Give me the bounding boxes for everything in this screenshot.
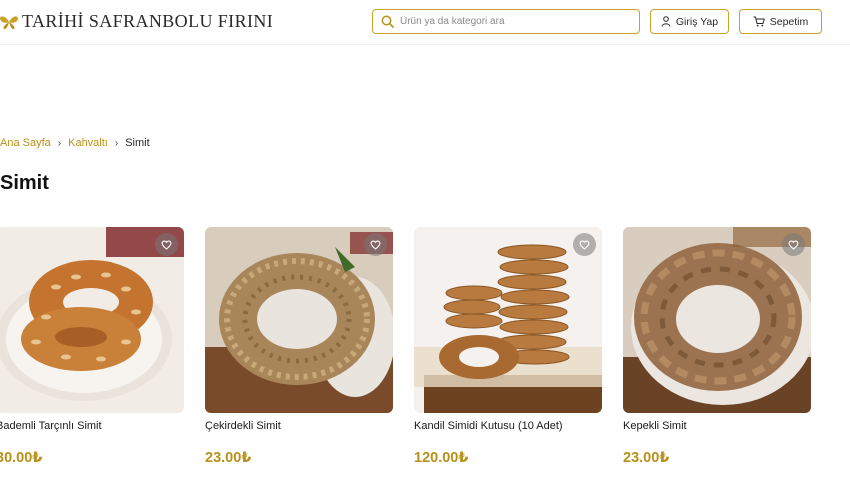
- butterfly-logo-icon: [0, 15, 18, 29]
- product-image-sunflower-seed-simit[interactable]: [205, 227, 393, 413]
- logo-text: TARİHİ SAFRANBOLU FIRINI: [22, 11, 274, 31]
- search-input[interactable]: [400, 16, 620, 27]
- product-price: 23.00₺: [205, 450, 252, 466]
- product-name[interactable]: Kandil Simidi Kutusu (10 Adet): [414, 420, 563, 432]
- product-photo: [0, 227, 184, 413]
- favorite-button[interactable]: [155, 233, 178, 256]
- login-label: Giriş Yap: [675, 15, 719, 28]
- site-header: TARİHİ SAFRANBOLU FIRINI Giriş Yap Sepet…: [0, 0, 850, 45]
- product-image-almond-cinnamon-simit[interactable]: [0, 227, 184, 413]
- breadcrumb-home[interactable]: Ana Sayfa: [0, 137, 51, 149]
- product-card[interactable]: Bademli Tarçınlı Simit 30.00₺: [0, 227, 184, 466]
- cart-label: Sepetim: [769, 15, 809, 28]
- product-photo: [414, 227, 602, 413]
- heart-icon: [579, 240, 590, 250]
- login-button[interactable]: Giriş Yap: [650, 9, 729, 34]
- cart-button[interactable]: Sepetim: [739, 9, 822, 34]
- search-icon: [381, 15, 394, 28]
- product-price: 120.00₺: [414, 450, 469, 466]
- product-name[interactable]: Bademli Tarçınlı Simit: [0, 420, 102, 432]
- product-photo: [623, 227, 811, 413]
- chevron-right-icon: ›: [114, 137, 119, 149]
- breadcrumb-breakfast[interactable]: Kahvaltı: [68, 137, 108, 149]
- favorite-button[interactable]: [364, 233, 387, 256]
- product-card[interactable]: Kandil Simidi Kutusu (10 Adet) 120.00₺: [414, 227, 602, 466]
- breadcrumb: Ana Sayfa › Kahvaltı › Simit: [0, 137, 150, 149]
- product-image-bran-simit[interactable]: [623, 227, 811, 413]
- site-logo[interactable]: TARİHİ SAFRANBOLU FIRINI: [0, 11, 273, 32]
- product-name[interactable]: Çekirdekli Simit: [205, 420, 281, 432]
- favorite-button[interactable]: [573, 233, 596, 256]
- product-image-kandil-simit-stack[interactable]: [414, 227, 602, 413]
- heart-icon: [370, 240, 381, 250]
- product-name[interactable]: Kepekli Simit: [623, 420, 687, 432]
- chevron-right-icon: ›: [57, 137, 62, 149]
- page-title: Simit: [0, 172, 49, 194]
- user-icon: [661, 16, 671, 27]
- product-price: 30.00₺: [0, 450, 43, 466]
- heart-icon: [788, 240, 799, 250]
- product-photo: [205, 227, 393, 413]
- product-card[interactable]: Çekirdekli Simit 23.00₺: [205, 227, 393, 466]
- breadcrumb-current: Simit: [125, 137, 150, 149]
- cart-icon: [753, 16, 765, 27]
- heart-icon: [161, 240, 172, 250]
- product-price: 23.00₺: [623, 450, 670, 466]
- favorite-button[interactable]: [782, 233, 805, 256]
- search-bar[interactable]: [372, 9, 640, 34]
- product-card[interactable]: Kepekli Simit 23.00₺: [623, 227, 811, 466]
